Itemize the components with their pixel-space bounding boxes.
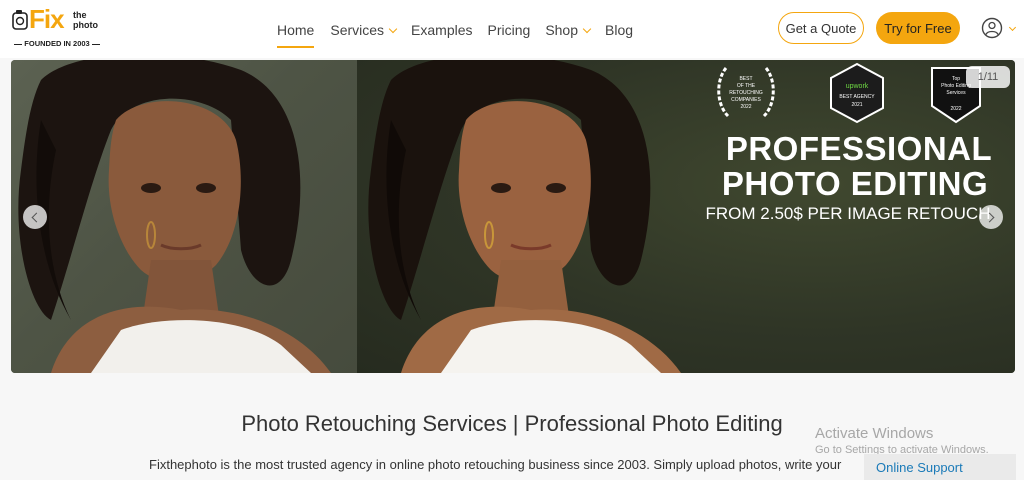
chevron-down-icon [388, 24, 398, 33]
logo-photo: photo [73, 20, 98, 30]
site-header: Fix the photo FOUNDED IN 2003 Home Servi… [0, 0, 1024, 58]
nav-item-examples[interactable]: Examples [411, 20, 472, 40]
nav-item-services[interactable]: Services [330, 20, 398, 40]
chevron-left-icon [31, 212, 42, 222]
svg-text:OF THE: OF THE [737, 83, 756, 89]
upwork-badge-icon: upwork BEST AGENCY 2021 [830, 62, 884, 124]
laurel-award-icon: BEST OF THE RETOUCHING COMPANIES 2022 [717, 67, 775, 118]
svg-text:BEST AGENCY: BEST AGENCY [839, 94, 875, 100]
hero-subtitle: FROM 2.50$ PER IMAGE RETOUCH [705, 204, 991, 223]
next-slide-button[interactable] [979, 205, 1003, 229]
user-account-icon[interactable] [981, 17, 1003, 39]
nav-item-label: Shop [545, 22, 579, 38]
chevron-down-icon[interactable] [1008, 23, 1017, 32]
nav-item-home[interactable]: Home [277, 20, 315, 48]
nav-item-pricing[interactable]: Pricing [488, 20, 531, 40]
before-portrait [18, 60, 331, 373]
intro-paragraph: Fixthephoto is the most trusted agency i… [149, 457, 842, 472]
nav-item-label: Blog [605, 22, 634, 38]
svg-text:2021: 2021 [851, 102, 862, 108]
nav-item-label: Home [277, 22, 315, 38]
svg-text:Services: Services [946, 90, 966, 96]
logo-tagline: FOUNDED IN 2003 [12, 39, 102, 48]
svg-text:Top: Top [952, 76, 960, 82]
hero-title-line2: PHOTO EDITING [721, 165, 989, 202]
slide-counter: 1/11 [966, 66, 1010, 88]
nav-item-blog[interactable]: Blog [605, 20, 633, 40]
logo-the: the [73, 10, 87, 20]
chevron-down-icon [582, 24, 592, 33]
chevron-right-icon [984, 212, 995, 222]
main-nav: Home Services Examples Pricing Shop Blog [277, 18, 633, 48]
svg-text:2022: 2022 [740, 104, 751, 110]
svg-text:RETOUCHING: RETOUCHING [729, 90, 763, 96]
nav-item-label: Examples [411, 22, 473, 38]
after-portrait [368, 60, 681, 373]
hero-title-line1: PROFESSIONAL [725, 130, 993, 167]
svg-text:2022: 2022 [950, 106, 961, 112]
windows-activation-title: Activate Windows [815, 425, 934, 442]
svg-text:BEST: BEST [739, 76, 752, 82]
nav-item-shop[interactable]: Shop [545, 20, 592, 40]
nav-item-label: Pricing [487, 22, 531, 38]
svg-text:upwork: upwork [846, 83, 869, 90]
camera-logo-icon [12, 10, 28, 30]
prev-slide-button[interactable] [23, 205, 47, 229]
try-free-button[interactable]: Try for Free [876, 12, 960, 44]
site-logo[interactable]: Fix the photo FOUNDED IN 2003 [12, 4, 102, 50]
online-support-button[interactable]: Online Support [864, 454, 1016, 480]
get-quote-button[interactable]: Get a Quote [778, 12, 864, 44]
logo-brand: Fix [29, 4, 65, 34]
svg-text:COMPANIES: COMPANIES [731, 97, 761, 103]
nav-item-label: Services [330, 22, 385, 38]
